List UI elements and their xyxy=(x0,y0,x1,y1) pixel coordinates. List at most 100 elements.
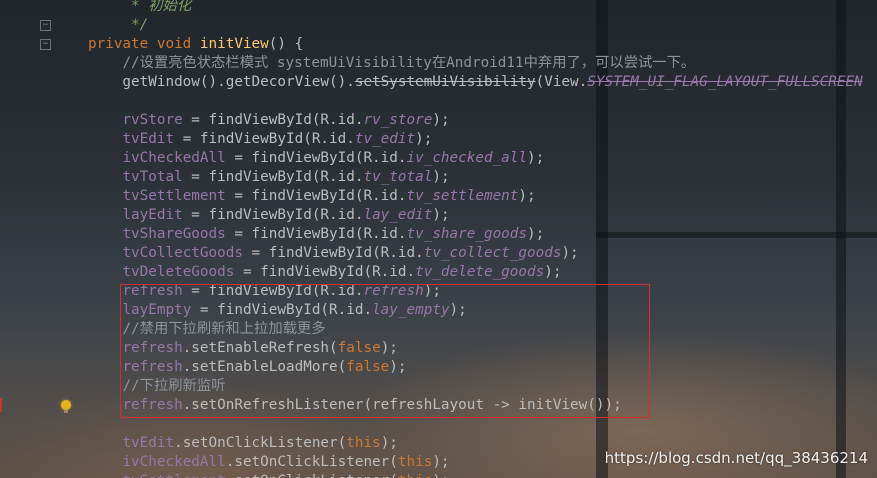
code-token: private void xyxy=(88,36,200,52)
code-line[interactable]: layEdit = findViewById(R.id.lay_edit); xyxy=(88,206,863,225)
code-token: .setEnableLoadMore( xyxy=(182,359,347,375)
code-token: ); xyxy=(432,207,450,223)
code-token: ); xyxy=(432,454,450,470)
code-token: refresh xyxy=(122,359,183,375)
fold-toggle-icon[interactable]: − xyxy=(40,39,51,50)
code-token: = findViewById(R.id. xyxy=(234,264,416,280)
code-token: refresh xyxy=(122,397,183,413)
code-token: */ xyxy=(131,17,149,33)
code-line[interactable]: ​ xyxy=(88,92,863,111)
code-token: rvStore xyxy=(122,112,183,128)
code-area[interactable]: * 初始化 */ private void initView() { //设置亮色… xyxy=(88,0,863,478)
code-line[interactable]: rvStore = findViewById(R.id.rv_store); xyxy=(88,111,863,130)
code-line[interactable]: tvShareGoods = findViewById(R.id.tv_shar… xyxy=(88,225,863,244)
code-editor[interactable]: − − * 初始化 */ private void initView() { //… xyxy=(0,0,877,478)
code-token: initView xyxy=(199,36,269,52)
lightbulb-icon[interactable] xyxy=(61,400,71,413)
code-token: tv_edit xyxy=(354,131,416,147)
code-line[interactable]: //设置亮色状态栏模式 systemUiVisibility在Android11… xyxy=(88,54,863,73)
code-line[interactable]: layEmpty = findViewById(R.id.lay_empty); xyxy=(88,301,863,320)
code-token: refresh xyxy=(363,283,424,299)
code-token: () { xyxy=(268,36,304,52)
code-token: .setOnClickListener( xyxy=(226,473,398,478)
code-token: this xyxy=(398,473,432,478)
code-token: ivCheckedAll xyxy=(122,454,226,470)
code-token: rv_store xyxy=(363,112,433,128)
code-token: ); xyxy=(544,264,562,280)
code-token: ); xyxy=(561,245,579,261)
code-token: = findViewById(R.id. xyxy=(225,150,407,166)
code-line[interactable]: refresh.setOnRefreshListener(refreshLayo… xyxy=(88,396,863,415)
code-token: layEdit xyxy=(122,207,183,223)
code-token: ); xyxy=(432,473,449,478)
code-token: tvTotal xyxy=(122,169,183,185)
code-token: = findViewById(R.id. xyxy=(182,169,364,185)
code-token: tv_collect_goods xyxy=(423,245,562,261)
code-token: ivCheckedAll xyxy=(122,150,226,166)
code-token: ); xyxy=(518,188,536,204)
code-token: .setOnRefreshListener(refreshLayout -> i… xyxy=(182,397,622,413)
code-token: tvEdit xyxy=(122,131,175,147)
code-token: this xyxy=(346,435,381,451)
code-line[interactable]: ivCheckedAll = findViewById(R.id.iv_chec… xyxy=(88,149,863,168)
code-line[interactable]: tvCollectGoods = findViewById(R.id.tv_co… xyxy=(88,244,863,263)
code-token: = findViewById(R.id. xyxy=(182,207,364,223)
code-line[interactable]: refresh = findViewById(R.id.refresh); xyxy=(88,282,863,301)
code-token: getWindow().getDecorView(). xyxy=(88,74,355,90)
code-token: .setEnableRefresh( xyxy=(182,340,338,356)
code-line[interactable]: //禁用下拉刷新和上拉加载更多 xyxy=(88,320,863,339)
code-line[interactable]: tvEdit = findViewById(R.id.tv_edit); xyxy=(88,130,863,149)
code-token: false xyxy=(337,340,381,356)
code-token: ); xyxy=(449,302,467,318)
code-line[interactable]: ​ xyxy=(88,415,863,434)
code-token: iv_checked_all xyxy=(406,150,528,166)
code-token: refresh xyxy=(122,340,183,356)
code-token: .setOnClickListener( xyxy=(174,435,347,451)
code-line[interactable]: getWindow().getDecorView().setSystemUiVi… xyxy=(88,73,862,92)
code-line[interactable]: refresh.setEnableLoadMore(false); xyxy=(88,358,863,377)
code-token: = findViewById(R.id. xyxy=(182,112,364,128)
code-line[interactable]: tvSettlement = findViewById(R.id.tv_sett… xyxy=(88,187,863,206)
code-token: this xyxy=(397,454,433,470)
code-line[interactable]: private void initView() { xyxy=(88,35,863,54)
code-line[interactable]: //下拉刷新监听 xyxy=(88,377,863,396)
code-token: = findViewById(R.id. xyxy=(225,226,407,242)
code-line[interactable]: * 初始化 xyxy=(88,0,863,16)
code-token: tvEdit xyxy=(122,435,175,451)
code-token: ); xyxy=(415,131,433,147)
code-line[interactable]: tvTotal = findViewById(R.id.tv_total); xyxy=(88,168,863,187)
code-token: tvCollectGoods xyxy=(122,245,243,261)
fold-toggle-icon[interactable]: − xyxy=(40,20,51,31)
code-token: tvDeleteGoods xyxy=(122,264,235,280)
code-token: //下拉刷新监听 xyxy=(122,378,226,394)
code-token: setSystemUiVisibility xyxy=(354,74,536,90)
code-token: ); xyxy=(389,359,407,375)
code-line[interactable]: tvDeleteGoods = findViewById(R.id.tv_del… xyxy=(88,263,863,282)
code-token: ); xyxy=(432,112,450,128)
code-line[interactable]: */ xyxy=(88,16,863,35)
code-token: tv_settlement xyxy=(406,188,519,204)
code-line[interactable]: tvSettlement.setOnClickListener(this); xyxy=(88,472,863,478)
code-token: false xyxy=(346,359,390,375)
code-token: refresh xyxy=(122,283,183,299)
code-token: = findViewById(R.id. xyxy=(225,188,407,204)
code-line[interactable]: refresh.setEnableRefresh(false); xyxy=(88,339,863,358)
code-token: ); xyxy=(380,340,398,356)
